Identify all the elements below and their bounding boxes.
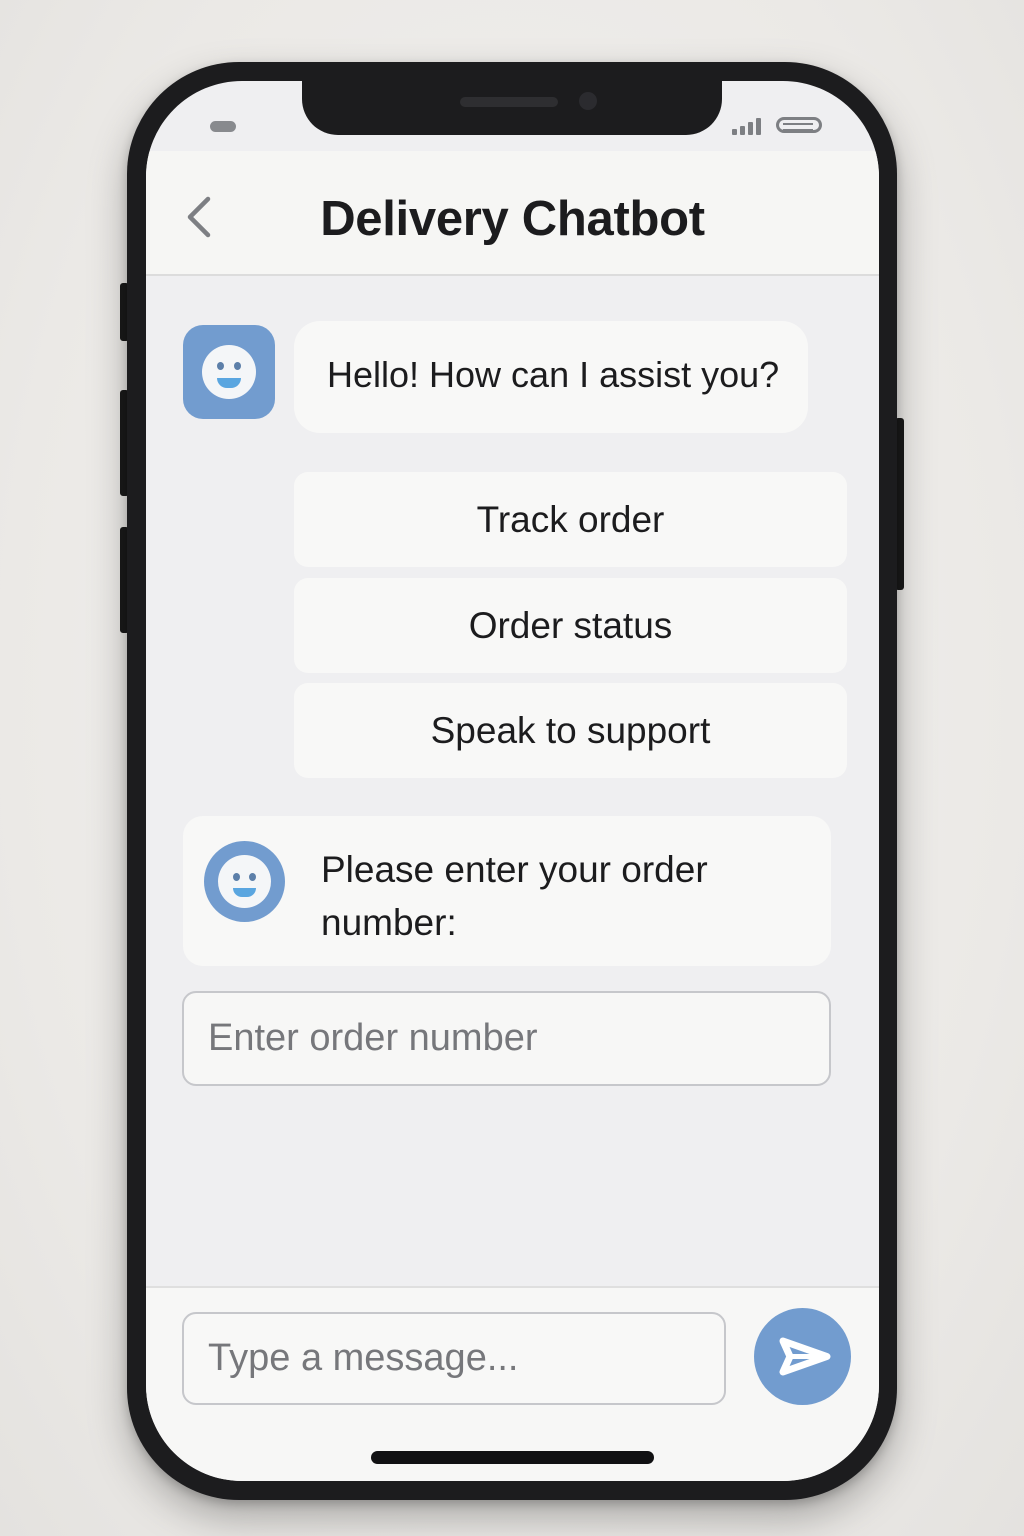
message-composer	[146, 1286, 879, 1481]
message-input[interactable]	[182, 1312, 726, 1405]
home-indicator[interactable]	[371, 1451, 654, 1464]
send-button[interactable]	[754, 1308, 851, 1405]
quick-reply-track-order[interactable]: Track order	[294, 472, 847, 567]
phone-screen: Delivery Chatbot Hello! How can I assist…	[146, 81, 879, 1481]
smiley-face-icon	[218, 855, 271, 908]
notch	[302, 81, 722, 135]
bot-avatar	[204, 841, 285, 922]
chat-header: Delivery Chatbot	[146, 151, 879, 276]
quick-reply-speak-to-support[interactable]: Speak to support	[294, 683, 847, 778]
order-number-input[interactable]	[182, 991, 831, 1086]
bot-message-bubble: Hello! How can I assist you?	[294, 321, 808, 433]
bot-avatar	[183, 325, 275, 419]
quick-reply-order-status[interactable]: Order status	[294, 578, 847, 673]
status-indicator	[210, 121, 236, 132]
signal-bars-icon	[732, 117, 762, 135]
paper-plane-icon	[779, 1337, 831, 1376]
bot-message-line: Please enter your order	[321, 849, 708, 890]
front-camera	[579, 92, 597, 110]
smiley-face-icon	[202, 345, 256, 399]
battery-icon	[776, 117, 822, 133]
bot-message-card: Please enter your order number:	[183, 816, 831, 966]
earpiece-speaker	[460, 97, 558, 107]
page-title: Delivery Chatbot	[320, 192, 705, 246]
bot-message-text: Please enter your order number:	[321, 843, 801, 949]
bot-message-line: number:	[321, 902, 457, 943]
